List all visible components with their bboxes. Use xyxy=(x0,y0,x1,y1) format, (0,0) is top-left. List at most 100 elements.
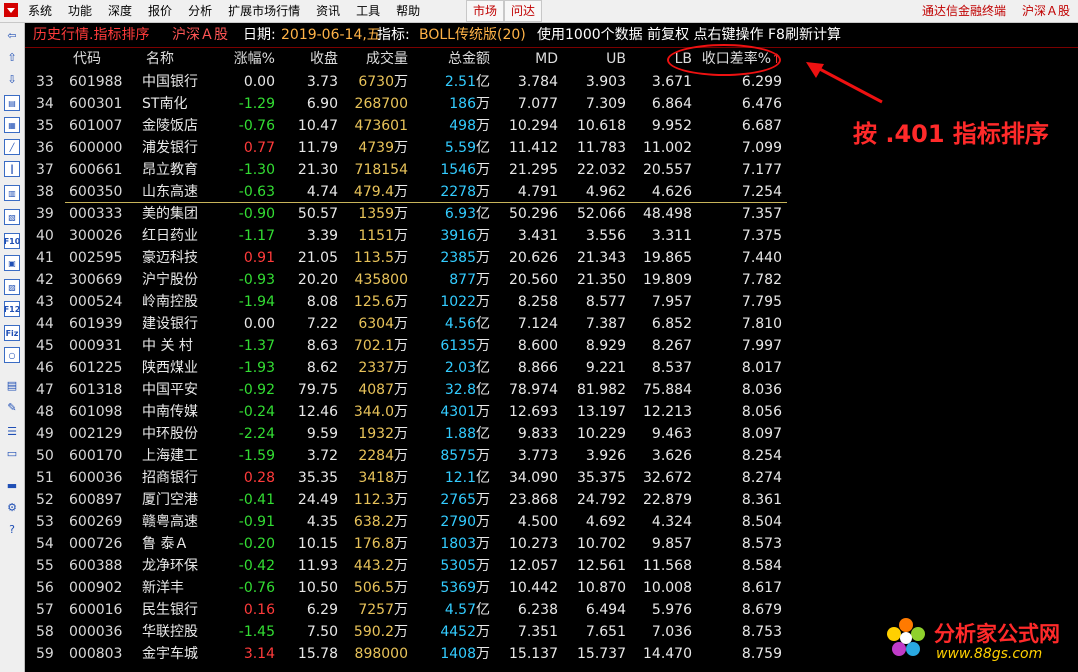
report-icon[interactable]: ▤ xyxy=(4,377,20,393)
back-icon[interactable]: ⇦ xyxy=(4,27,20,43)
table-row[interactable]: 43 000524 岭南控股 -1.94 8.08 125.6万 1022万 8.258 8.5… xyxy=(25,291,1078,313)
header-name[interactable]: 名称 xyxy=(146,48,174,70)
menu-item[interactable]: 资讯 xyxy=(308,0,348,22)
table-row[interactable]: 44 601939 建设银行 0.00 7.22 6304万 4.56亿 7.124 7.387… xyxy=(25,313,1078,335)
table-row[interactable]: 46 601225 陕西煤业 -1.93 8.62 2337万 2.03亿 8.866 9.22… xyxy=(25,357,1078,379)
volume-unit: 万 xyxy=(394,404,408,420)
amount-value: 2385 xyxy=(440,250,476,266)
header-md[interactable]: MD xyxy=(535,48,558,70)
menu-item[interactable]: 分析 xyxy=(180,0,220,22)
table-row[interactable]: 49 002129 中环股份 -2.24 9.59 1932万 1.88亿 9.833 10.2… xyxy=(25,423,1078,445)
menu-item[interactable]: 工具 xyxy=(348,0,388,22)
page-title[interactable]: 历史行情.指标排序 xyxy=(33,23,149,47)
amount-value: 2765 xyxy=(440,492,476,508)
depth-icon[interactable]: ▧ xyxy=(4,209,20,225)
amount: 5.59亿 xyxy=(445,137,490,159)
volume: 4087万 xyxy=(358,379,408,401)
help-icon[interactable]: ? xyxy=(4,521,20,537)
amount-unit: 万 xyxy=(476,96,490,112)
candlestick-icon[interactable]: ┃ xyxy=(4,161,20,177)
bar-chart-icon[interactable]: ▥ xyxy=(4,185,20,201)
amount-value: 1408 xyxy=(440,646,476,662)
menu-tab[interactable]: 市场 xyxy=(466,0,505,22)
f10-icon[interactable]: F10 xyxy=(4,233,20,249)
table-row[interactable]: 38 600350 山东高速 -0.63 4.74 479.4万 2278万 4.791 4.9… xyxy=(25,181,1078,203)
header-volume[interactable]: 成交量 xyxy=(366,48,408,70)
table-row[interactable]: 39 000333 美的集团 -0.90 50.57 1359万 6.93亿 50.296 52… xyxy=(25,203,1078,225)
ub-value: 12.561 xyxy=(577,558,626,574)
table-row[interactable]: 56 000902 新洋丰 -0.76 10.50 506.5万 5369万 10.442 10… xyxy=(25,577,1078,599)
list-icon[interactable]: ☰ xyxy=(4,423,20,439)
lb-value: 48.498 xyxy=(643,206,692,222)
table-row[interactable]: 55 600388 龙净环保 -0.42 11.93 443.2万 5305万 12.057 1… xyxy=(25,555,1078,577)
menu-item[interactable]: 扩展市场行情 xyxy=(220,0,308,22)
lb-value: 20.557 xyxy=(643,162,692,178)
header-change[interactable]: 涨幅% xyxy=(234,48,275,70)
table-row[interactable]: 37 600661 昂立教育 -1.30 21.30 718154 1546万 21.295 2… xyxy=(25,159,1078,181)
md-value: 50.296 xyxy=(509,206,558,222)
ub-value: 4.692 xyxy=(585,514,626,530)
menu-right: 通达信金融终端 沪深Ａ股 xyxy=(914,0,1078,22)
grid-icon[interactable]: ▦ xyxy=(4,117,20,133)
header-amount[interactable]: 总金额 xyxy=(448,48,490,70)
table-row[interactable]: 51 600036 招商银行 0.28 35.35 3418万 12.1亿 34.090 35.… xyxy=(25,467,1078,489)
table-row[interactable]: 42 300669 沪宁股份 -0.93 20.20 435800 877万 20.560 21… xyxy=(25,269,1078,291)
menu-tab[interactable]: 问达 xyxy=(504,0,543,22)
edit-icon[interactable]: ✎ xyxy=(4,399,20,415)
table-row[interactable]: 50 600170 上海建工 -1.59 3.72 2284万 8575万 3.773 3.92… xyxy=(25,445,1078,467)
amount-unit: 万 xyxy=(476,580,490,596)
formula-icon[interactable]: Fiz xyxy=(4,325,20,341)
news-icon[interactable]: ▨ xyxy=(4,279,20,295)
close-price: 10.50 xyxy=(297,580,338,596)
header-code[interactable]: 代码 xyxy=(73,48,101,70)
circle-icon[interactable]: ○ xyxy=(4,347,20,363)
menu-item[interactable]: 系统 xyxy=(20,0,60,22)
ub-value: 3.903 xyxy=(585,74,626,90)
table-row[interactable]: 34 600301 ST南化 -1.29 6.90 268700 186万 7.077 7.30… xyxy=(25,93,1078,115)
table-row[interactable]: 52 600897 厦门空港 -0.41 24.49 112.3万 2765万 23.868 2… xyxy=(25,489,1078,511)
volume-value: 2337 xyxy=(358,360,394,376)
line-chart-icon[interactable]: ╱ xyxy=(4,139,20,155)
amount-value: 2.51 xyxy=(444,74,476,90)
menu-item[interactable]: 功能 xyxy=(60,0,100,22)
indicator-value[interactable]: BOLL传统版(20) xyxy=(419,23,526,47)
ub-value: 81.982 xyxy=(577,382,626,398)
app-logo-icon[interactable] xyxy=(4,3,18,17)
md-value: 12.693 xyxy=(509,404,558,420)
stock-name: ST南化 xyxy=(142,96,188,112)
amount: 5369万 xyxy=(440,577,490,599)
table-row[interactable]: 40 300026 红日药业 -1.17 3.39 1151万 3916万 3.431 3.55… xyxy=(25,225,1078,247)
table-row[interactable]: 48 601098 中南传媒 -0.24 12.46 344.0万 4301万 12.693 1… xyxy=(25,401,1078,423)
row-number: 54 xyxy=(36,536,54,552)
table-row[interactable]: 41 002595 豪迈科技 0.91 21.05 113.5万 2385万 20.626 21… xyxy=(25,247,1078,269)
quote-list-icon[interactable]: ▤ xyxy=(4,95,20,111)
header-ub[interactable]: UB xyxy=(606,48,626,70)
arrow-down-icon[interactable]: ⇩ xyxy=(4,71,20,87)
table-row[interactable]: 33 601988 中国银行 0.00 3.73 6730万 2.51亿 3.784 3.903… xyxy=(25,71,1078,93)
table-row[interactable]: 53 600269 赣粤高速 -0.91 4.35 638.2万 2790万 4.500 4.6… xyxy=(25,511,1078,533)
table-row[interactable]: 45 000931 中 关 村 -1.37 8.63 702.1万 6135万 8.600 8.… xyxy=(25,335,1078,357)
volume-value: 268700 xyxy=(354,96,408,112)
amount-value: 6135 xyxy=(440,338,476,354)
stock-code: 000902 xyxy=(69,580,123,596)
menu-item[interactable]: 深度 xyxy=(100,0,140,22)
amount: 2278万 xyxy=(440,181,490,203)
arrow-up-icon[interactable]: ⇧ xyxy=(4,49,20,65)
md-value: 9.833 xyxy=(517,426,558,442)
menu-item[interactable]: 报价 xyxy=(140,0,180,22)
change-percent: -0.91 xyxy=(238,514,275,530)
close-price: 15.78 xyxy=(297,646,338,662)
market-name[interactable]: 沪深Ａ股 xyxy=(172,23,228,47)
menu-item[interactable]: 帮助 xyxy=(388,0,428,22)
window-icon[interactable]: ▭ xyxy=(4,445,20,461)
date-value[interactable]: 2019-06-14,五 xyxy=(281,23,381,47)
amount-value: 4452 xyxy=(440,624,476,640)
f12-icon[interactable]: F12 xyxy=(4,301,20,317)
board-icon[interactable]: ▣ xyxy=(4,255,20,271)
folder-icon[interactable]: ▬ xyxy=(4,477,20,493)
table-row[interactable]: 47 601318 中国平安 -0.92 79.75 4087万 32.8亿 78.974 81… xyxy=(25,379,1078,401)
header-close[interactable]: 收盘 xyxy=(310,48,338,70)
table-row[interactable]: 54 000726 鲁 泰Ａ -0.20 10.15 176.8万 1803万 10.273 1… xyxy=(25,533,1078,555)
lb-value: 9.952 xyxy=(651,118,692,134)
tools-icon[interactable]: ⚙ xyxy=(4,499,20,515)
